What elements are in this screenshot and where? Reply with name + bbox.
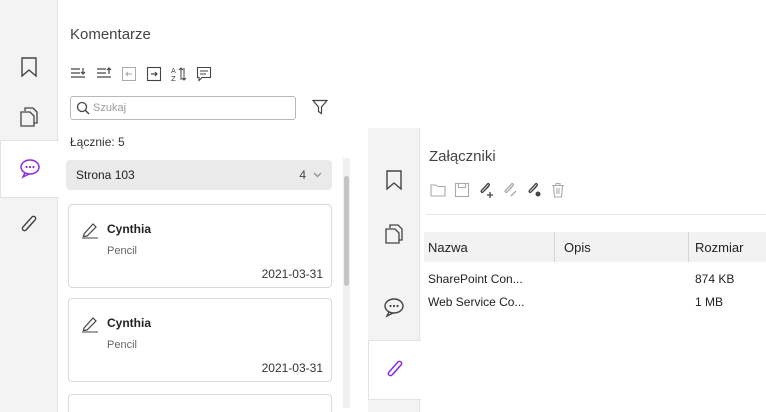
comment-card[interactable]: Cynthia Pencil 2021-03-31 [68,298,332,382]
comment-card[interactable]: Cynthia Pencil 2021-03-31 [68,204,332,288]
bookmark-icon [21,57,37,77]
attachment-icon [385,359,405,381]
attachment-name: SharePoint Con... [428,272,523,286]
attachment-icon [19,214,39,236]
table-row[interactable]: SharePoint Con... 874 KB [424,270,766,290]
pages-icon [385,224,403,244]
edit-attachment-icon [502,182,518,198]
sort-icon[interactable]: AZ [171,66,187,82]
attachment-name: Web Service Co... [428,295,525,309]
svg-text:A: A [171,67,176,75]
total-count: Łącznie: 5 [70,135,125,149]
open-folder-icon [430,182,446,198]
table-row[interactable]: Web Service Co... 1 MB [424,293,766,313]
filter-icon[interactable] [312,99,328,115]
pages-tab[interactable] [368,206,420,262]
comment-type: Pencil [107,245,137,257]
search-box[interactable] [70,96,296,120]
comments-icon [383,298,405,318]
search-input[interactable] [93,99,291,117]
search-icon [76,101,90,115]
pencil-icon [81,221,99,239]
bookmarks-tab[interactable] [368,152,420,208]
pages-tab[interactable] [0,88,58,146]
scrollbar-thumb[interactable] [344,176,349,286]
summary-icon[interactable] [196,66,212,82]
side-rail [0,0,59,412]
attachment-settings-icon[interactable] [526,182,542,198]
import-icon [121,66,137,82]
panel-title: Komentarze [70,26,151,43]
pencil-icon [81,315,99,333]
attachment-size: 874 KB [695,272,735,286]
comments-tab[interactable] [0,140,59,198]
comments-panel: Komentarze AZ Łącznie: 5 Strona 103 4 [0,0,350,412]
page-group-header[interactable]: Strona 103 4 [66,160,332,190]
comments-icon [19,159,41,179]
svg-text:Z: Z [171,75,176,82]
expand-all-icon[interactable] [70,66,86,82]
comments-tab[interactable] [368,280,420,336]
add-attachment-icon[interactable] [478,182,494,198]
page-group-label: Strona 103 [76,168,135,182]
comment-date: 2021-03-31 [261,361,323,375]
column-header-size[interactable]: Rozmiar [695,240,743,255]
divider [426,214,766,215]
chevron-down-icon [313,172,322,178]
panel-title: Załączniki [429,148,496,165]
column-separator[interactable] [554,232,555,262]
comment-author: Cynthia [107,222,152,236]
export-icon[interactable] [146,66,162,82]
pages-icon [20,107,38,127]
delete-icon [550,182,566,198]
page-group-count: 4 [299,168,306,182]
save-icon [454,182,470,198]
comment-type: Pencil [107,339,137,351]
attachment-size: 1 MB [695,295,724,309]
comment-card[interactable] [68,394,332,412]
side-rail [368,128,421,412]
column-header-name[interactable]: Nazwa [428,240,468,255]
attachments-panel: Załączniki Nazwa Opis Rozmiar SharePoint… [368,128,766,412]
attachments-tab[interactable] [368,340,421,400]
attachments-tab[interactable] [0,196,58,254]
table-header: Nazwa Opis Rozmiar [424,232,766,262]
comment-date: 2021-03-31 [261,267,323,281]
collapse-all-icon[interactable] [96,66,112,82]
column-separator[interactable] [688,232,689,262]
comment-author: Cynthia [107,316,152,330]
column-header-description[interactable]: Opis [564,240,591,255]
bookmark-icon [386,170,402,190]
